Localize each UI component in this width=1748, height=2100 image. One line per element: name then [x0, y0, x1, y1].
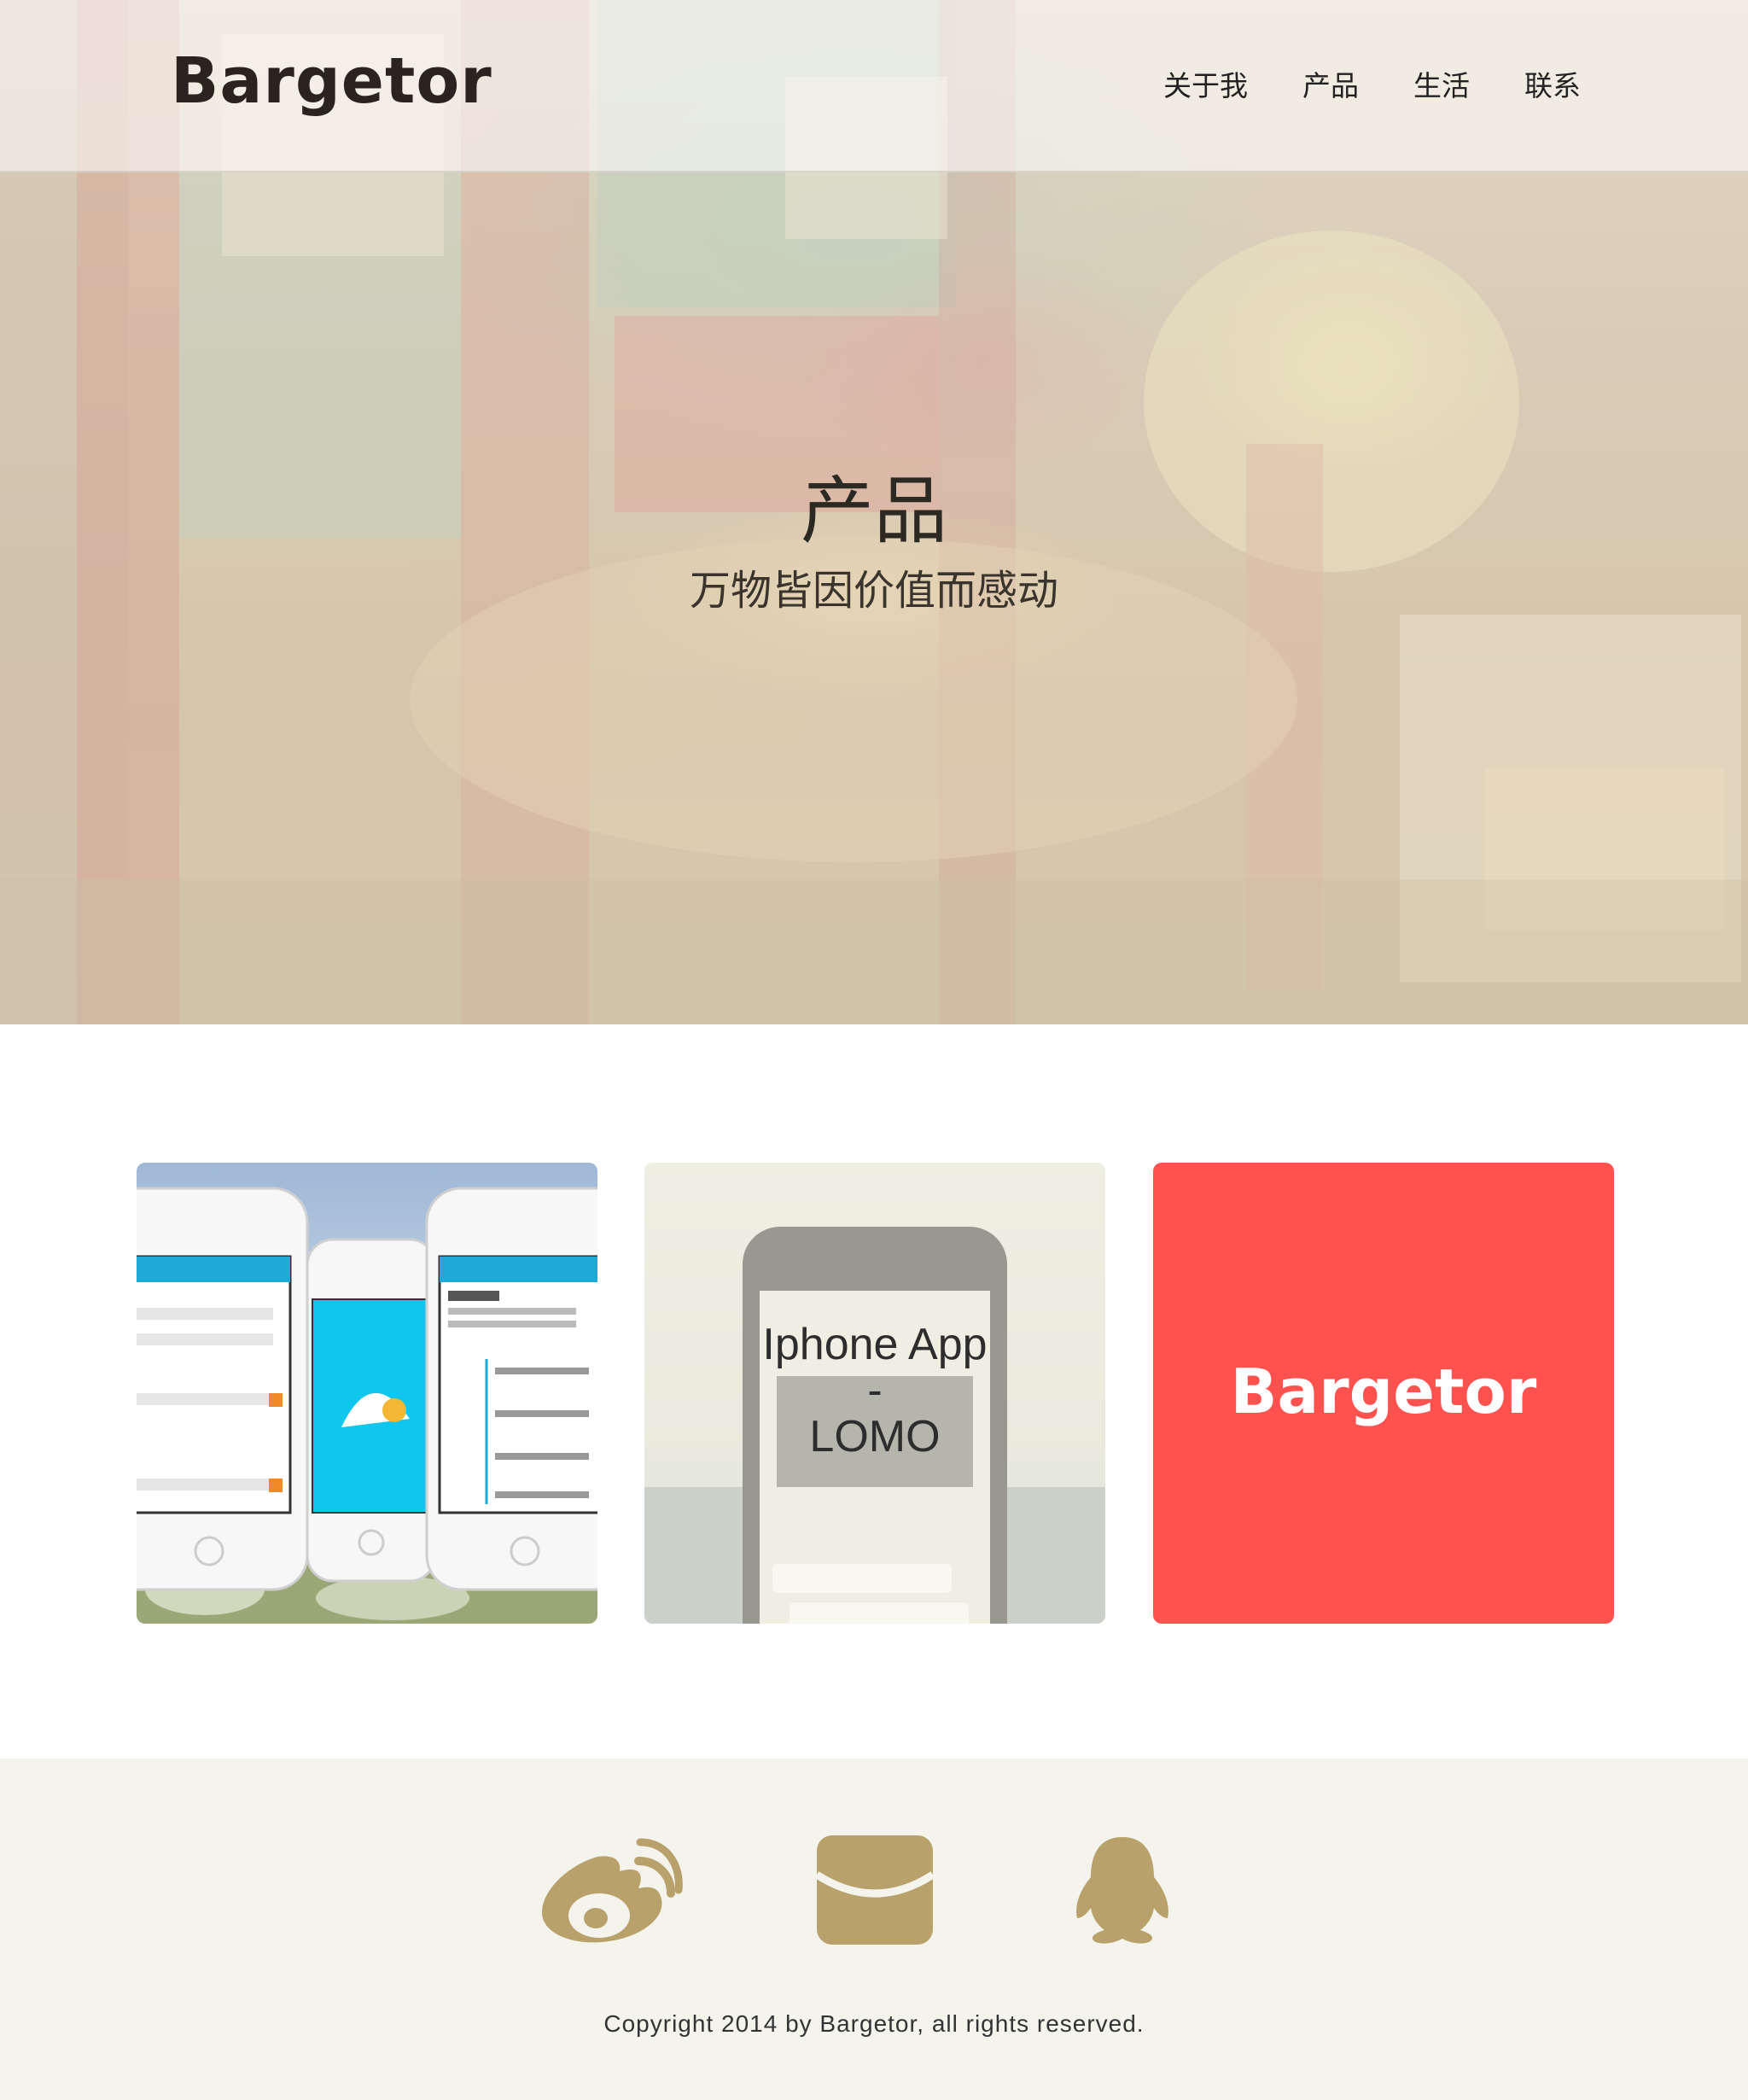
qq-icon[interactable] — [1067, 1833, 1178, 1947]
product-card-express-app[interactable] — [137, 1163, 597, 1624]
mail-icon[interactable] — [815, 1834, 935, 1946]
caption-line-3: LOMO — [809, 1412, 941, 1461]
site-logo[interactable]: Bargetor — [171, 44, 492, 118]
top-navigation-bar: Bargetor 关于我 产品 生活 联系 — [0, 0, 1748, 172]
page-title: 产品 — [801, 468, 947, 554]
weibo-icon[interactable] — [538, 1835, 683, 1946]
caption-line-1: Iphone App — [762, 1320, 988, 1369]
copyright-text: Copyright 2014 by Bargetor, all rights r… — [603, 2010, 1145, 2037]
hero-banner: Bargetor 关于我 产品 生活 联系 产品 万物皆因价值而感动 — [0, 0, 1748, 1024]
caption-line-2: - — [867, 1366, 883, 1415]
nav-item-about[interactable]: 关于我 — [1163, 63, 1248, 104]
nav-item-life[interactable]: 生活 — [1413, 63, 1470, 104]
product-card-bargetor[interactable]: Bargetor — [1153, 1163, 1614, 1624]
phone-app-screenshot — [137, 1187, 597, 1624]
product-caption: Iphone App - LOMO — [644, 1321, 1105, 1460]
product-card-lomo[interactable]: Iphone App - LOMO — [644, 1163, 1105, 1624]
main-nav: 关于我 产品 生活 联系 — [1163, 63, 1581, 104]
page-subtitle: 万物皆因价值而感动 — [689, 567, 1058, 615]
bargetor-logo: Bargetor — [1230, 1356, 1537, 1427]
nav-item-products[interactable]: 产品 — [1302, 63, 1359, 104]
nav-item-contact[interactable]: 联系 — [1524, 63, 1581, 104]
